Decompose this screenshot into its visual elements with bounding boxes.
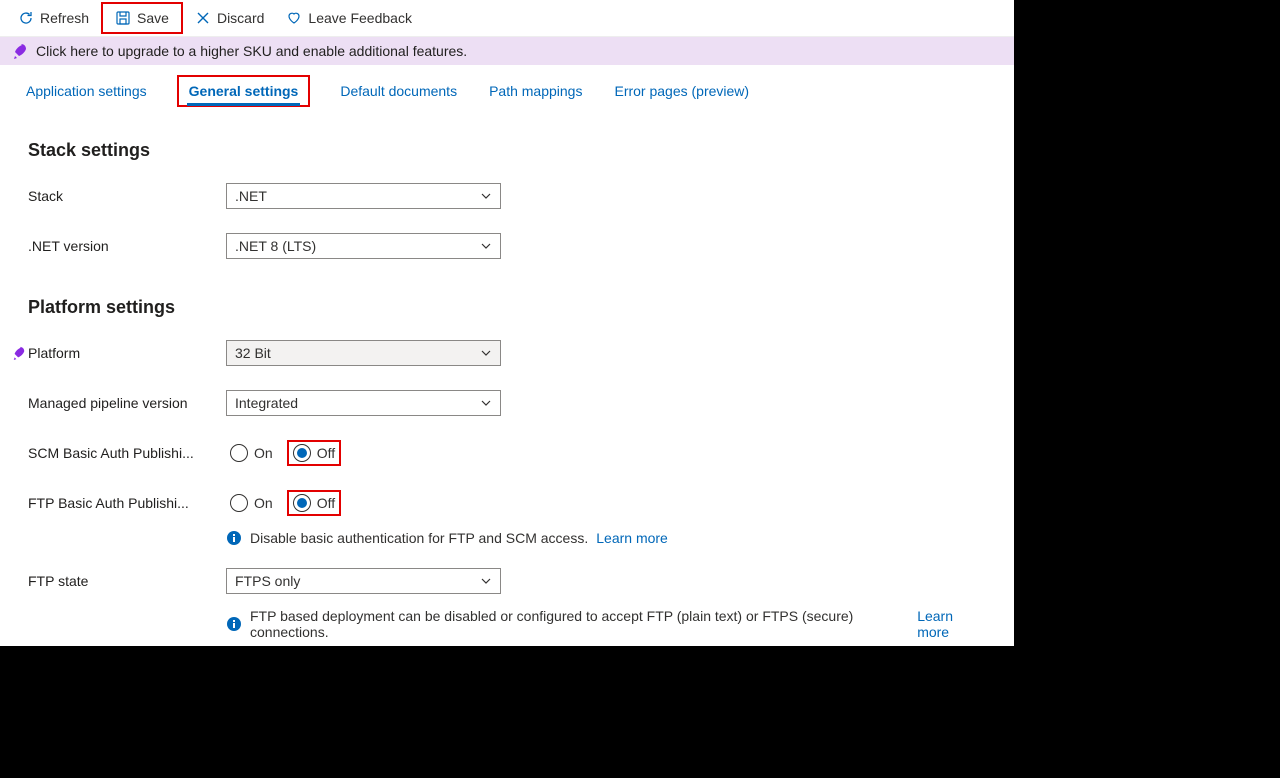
netversion-label: .NET version: [28, 238, 226, 254]
scm-on-radio[interactable]: [230, 444, 248, 462]
ftp-on-radio[interactable]: [230, 494, 248, 512]
ftp-row: FTP Basic Auth Publishi... On Off: [28, 486, 986, 520]
stack-row: Stack .NET: [28, 179, 986, 213]
save-highlight: Save: [101, 2, 183, 34]
upgrade-banner[interactable]: Click here to upgrade to a higher SKU an…: [0, 37, 1014, 65]
platform-settings-heading: Platform settings: [28, 297, 986, 318]
ftp-on-label: On: [254, 495, 273, 511]
basic-auth-text: Disable basic authentication for FTP and…: [250, 530, 588, 546]
tab-application-settings[interactable]: Application settings: [24, 75, 149, 107]
chevron-down-icon: [480, 240, 492, 252]
discard-button[interactable]: Discard: [185, 4, 274, 32]
platform-value: 32 Bit: [235, 345, 271, 361]
feedback-label: Leave Feedback: [308, 10, 412, 26]
netversion-value: .NET 8 (LTS): [235, 238, 316, 254]
info-icon: [226, 530, 242, 546]
ftp-label: FTP Basic Auth Publishi...: [28, 495, 189, 511]
ftpstate-select[interactable]: FTPS only: [226, 568, 501, 594]
chevron-down-icon: [480, 575, 492, 587]
save-label: Save: [137, 10, 169, 26]
chevron-down-icon: [480, 397, 492, 409]
tabs: Application settings General settings De…: [0, 65, 1014, 108]
pipeline-value: Integrated: [235, 395, 298, 411]
tab-error-pages[interactable]: Error pages (preview): [612, 75, 751, 107]
scm-off-label: Off: [317, 445, 335, 461]
scm-off-radio[interactable]: [293, 444, 311, 462]
refresh-button[interactable]: Refresh: [8, 4, 99, 32]
heart-icon: [286, 10, 302, 26]
basic-auth-info: Disable basic authentication for FTP and…: [226, 530, 986, 546]
app-panel: Refresh Save Discard Leave Feedback Clic…: [0, 0, 1014, 646]
ftpstate-learn-more[interactable]: Learn more: [917, 608, 986, 640]
ftpstate-text: FTP based deployment can be disabled or …: [250, 608, 909, 640]
pipeline-row: Managed pipeline version Integrated: [28, 386, 986, 420]
pipeline-label: Managed pipeline version: [28, 395, 226, 411]
toolbar: Refresh Save Discard Leave Feedback: [0, 0, 1014, 37]
scm-radio-group: On Off: [226, 440, 341, 466]
refresh-label: Refresh: [40, 10, 89, 26]
close-icon: [195, 10, 211, 26]
stack-settings-heading: Stack settings: [28, 140, 986, 161]
chevron-down-icon: [480, 190, 492, 202]
scm-label: SCM Basic Auth Publishi...: [28, 445, 194, 461]
netversion-row: .NET version .NET 8 (LTS): [28, 229, 986, 263]
save-icon: [115, 10, 131, 26]
rocket-icon: [12, 346, 26, 360]
basic-auth-learn-more[interactable]: Learn more: [596, 530, 668, 546]
pipeline-select[interactable]: Integrated: [226, 390, 501, 416]
info-icon: [226, 616, 242, 632]
platform-label: Platform: [28, 345, 226, 361]
platform-select[interactable]: 32 Bit: [226, 340, 501, 366]
ftpstate-row: FTP state FTPS only: [28, 564, 986, 598]
ftp-off-label: Off: [317, 495, 335, 511]
stack-label: Stack: [28, 188, 226, 204]
netversion-select[interactable]: .NET 8 (LTS): [226, 233, 501, 259]
ftpstate-info: FTP based deployment can be disabled or …: [226, 608, 986, 640]
tab-general-highlight: General settings: [177, 75, 311, 107]
discard-label: Discard: [217, 10, 264, 26]
save-button[interactable]: Save: [111, 8, 173, 28]
stack-value: .NET: [235, 188, 267, 204]
banner-text: Click here to upgrade to a higher SKU an…: [36, 43, 467, 59]
ftp-radio-group: On Off: [226, 490, 341, 516]
feedback-button[interactable]: Leave Feedback: [276, 4, 422, 32]
ftpstate-value: FTPS only: [235, 573, 300, 589]
content: Stack settings Stack .NET .NET version .…: [0, 108, 1014, 646]
ftp-off-radio[interactable]: [293, 494, 311, 512]
scm-on-label: On: [254, 445, 273, 461]
refresh-icon: [18, 10, 34, 26]
scm-row: SCM Basic Auth Publishi... On Off: [28, 436, 986, 470]
platform-row: Platform 32 Bit: [28, 336, 986, 370]
rocket-icon: [12, 43, 28, 59]
ftpstate-label: FTP state: [28, 573, 226, 589]
stack-select[interactable]: .NET: [226, 183, 501, 209]
tab-path-mappings[interactable]: Path mappings: [487, 75, 584, 107]
chevron-down-icon: [480, 347, 492, 359]
tab-default-documents[interactable]: Default documents: [338, 75, 459, 107]
tab-general-settings[interactable]: General settings: [187, 81, 301, 106]
